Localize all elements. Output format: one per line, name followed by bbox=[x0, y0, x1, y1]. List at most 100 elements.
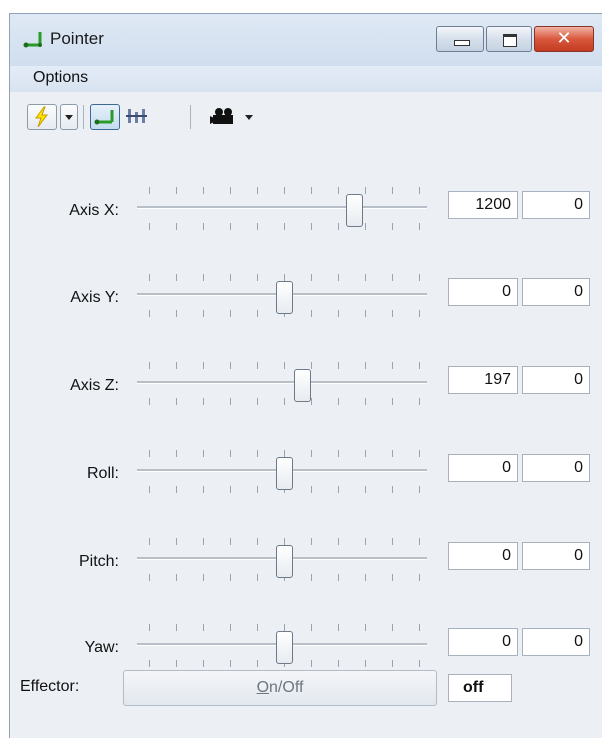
slider-thumb[interactable] bbox=[276, 631, 293, 664]
slider-tick bbox=[257, 538, 258, 545]
slider-tick bbox=[419, 486, 420, 493]
slider-tick bbox=[176, 660, 177, 667]
axis-label: Axis Z: bbox=[70, 377, 119, 394]
axis-slider[interactable] bbox=[137, 613, 427, 673]
axis-value-field[interactable]: 0 bbox=[448, 454, 518, 482]
axis-label: Axis Y: bbox=[70, 289, 119, 306]
effector-button-mnemonic: O bbox=[256, 679, 270, 696]
camera-icon bbox=[210, 108, 233, 124]
slider-tick bbox=[257, 624, 258, 631]
slider-tick bbox=[419, 274, 420, 281]
slider-ticks bbox=[149, 538, 420, 545]
axis-slider[interactable] bbox=[137, 439, 427, 499]
slider-tick bbox=[338, 538, 339, 545]
axis-secondary-value-field[interactable]: 0 bbox=[522, 191, 590, 219]
maximize-button[interactable] bbox=[486, 26, 532, 52]
axis-value-field[interactable]: 0 bbox=[448, 628, 518, 656]
slider-tick bbox=[176, 310, 177, 317]
slider-tick bbox=[365, 574, 366, 581]
slider-tick bbox=[257, 574, 258, 581]
slider-tick bbox=[392, 187, 393, 194]
slider-tick bbox=[392, 624, 393, 631]
slider-tick bbox=[149, 574, 150, 581]
axis-slider[interactable] bbox=[137, 351, 427, 411]
slider-tick bbox=[392, 274, 393, 281]
menu-options[interactable]: Options bbox=[33, 69, 88, 87]
chevron-down-icon bbox=[245, 115, 253, 120]
slider-tick bbox=[149, 274, 150, 281]
slider-tick bbox=[176, 574, 177, 581]
axis-secondary-value-field[interactable]: 0 bbox=[522, 542, 590, 570]
slider-tick bbox=[230, 274, 231, 281]
slider-ticks bbox=[149, 398, 420, 405]
slider-tick bbox=[311, 223, 312, 230]
slider-tick bbox=[338, 223, 339, 230]
camera-button[interactable] bbox=[206, 104, 240, 130]
toolbar-separator bbox=[190, 105, 191, 129]
slider-track bbox=[137, 206, 427, 209]
slider-tick bbox=[230, 660, 231, 667]
axis-row: Roll: 0 0 bbox=[10, 432, 602, 520]
lightning-button[interactable] bbox=[27, 104, 57, 130]
camera-dropdown-button[interactable] bbox=[242, 104, 256, 130]
slider-thumb[interactable] bbox=[276, 281, 293, 314]
slider-tick bbox=[419, 660, 420, 667]
slider-tick bbox=[311, 362, 312, 369]
axis-value-field[interactable]: 0 bbox=[448, 278, 518, 306]
slider-tick bbox=[230, 538, 231, 545]
slider-tick bbox=[311, 574, 312, 581]
slider-tick bbox=[203, 450, 204, 457]
slider-tick bbox=[392, 486, 393, 493]
slider-tick bbox=[149, 362, 150, 369]
slider-thumb[interactable] bbox=[346, 194, 364, 227]
axis-slider[interactable] bbox=[137, 263, 427, 323]
slider-tick bbox=[230, 574, 231, 581]
slider-thumb[interactable] bbox=[276, 457, 293, 490]
slider-tick bbox=[365, 624, 366, 631]
slider-thumb[interactable] bbox=[276, 545, 293, 578]
slider-tick bbox=[419, 450, 420, 457]
slider-tick bbox=[203, 660, 204, 667]
lightning-dropdown-button[interactable] bbox=[60, 104, 78, 130]
slider-tick bbox=[365, 660, 366, 667]
slider-tick bbox=[149, 450, 150, 457]
axis-slider[interactable] bbox=[137, 176, 427, 236]
slider-tick bbox=[338, 450, 339, 457]
slider-tick bbox=[176, 187, 177, 194]
slider-tick bbox=[149, 310, 150, 317]
slider-tick bbox=[338, 660, 339, 667]
slider-ticks bbox=[149, 624, 420, 631]
slider-tick bbox=[203, 362, 204, 369]
axis-value-field[interactable]: 197 bbox=[448, 366, 518, 394]
slider-tick bbox=[392, 574, 393, 581]
axis-secondary-value-field[interactable]: 0 bbox=[522, 628, 590, 656]
effector-button-label: n/Off bbox=[269, 679, 304, 696]
axis-value-field[interactable]: 0 bbox=[448, 542, 518, 570]
slider-tick bbox=[338, 624, 339, 631]
slider-tick bbox=[365, 223, 366, 230]
axes-alt-button[interactable] bbox=[124, 104, 150, 130]
axis-row: Axis X: 1200 0 bbox=[10, 169, 602, 257]
slider-track bbox=[137, 381, 427, 384]
slider-tick bbox=[338, 398, 339, 405]
axis-value-field[interactable]: 1200 bbox=[448, 191, 518, 219]
title-bar[interactable]: Pointer ✕ bbox=[10, 14, 602, 66]
axis-slider[interactable] bbox=[137, 527, 427, 587]
slider-tick bbox=[338, 362, 339, 369]
axis-secondary-value-field[interactable]: 0 bbox=[522, 454, 590, 482]
effector-onoff-button[interactable]: On/Off bbox=[123, 670, 437, 706]
slider-tick bbox=[419, 362, 420, 369]
slider-tick bbox=[257, 486, 258, 493]
close-button[interactable]: ✕ bbox=[534, 26, 594, 52]
minimize-button[interactable] bbox=[436, 26, 484, 52]
slider-tick bbox=[230, 187, 231, 194]
pointer-mode-button[interactable] bbox=[90, 104, 120, 130]
slider-tick bbox=[338, 310, 339, 317]
slider-thumb[interactable] bbox=[293, 369, 311, 402]
axis-secondary-value-field[interactable]: 0 bbox=[522, 278, 590, 306]
axis-secondary-value-field[interactable]: 0 bbox=[522, 366, 590, 394]
slider-tick bbox=[230, 450, 231, 457]
menu-bar: Options bbox=[10, 66, 602, 93]
slider-tick bbox=[176, 223, 177, 230]
slider-tick bbox=[392, 450, 393, 457]
